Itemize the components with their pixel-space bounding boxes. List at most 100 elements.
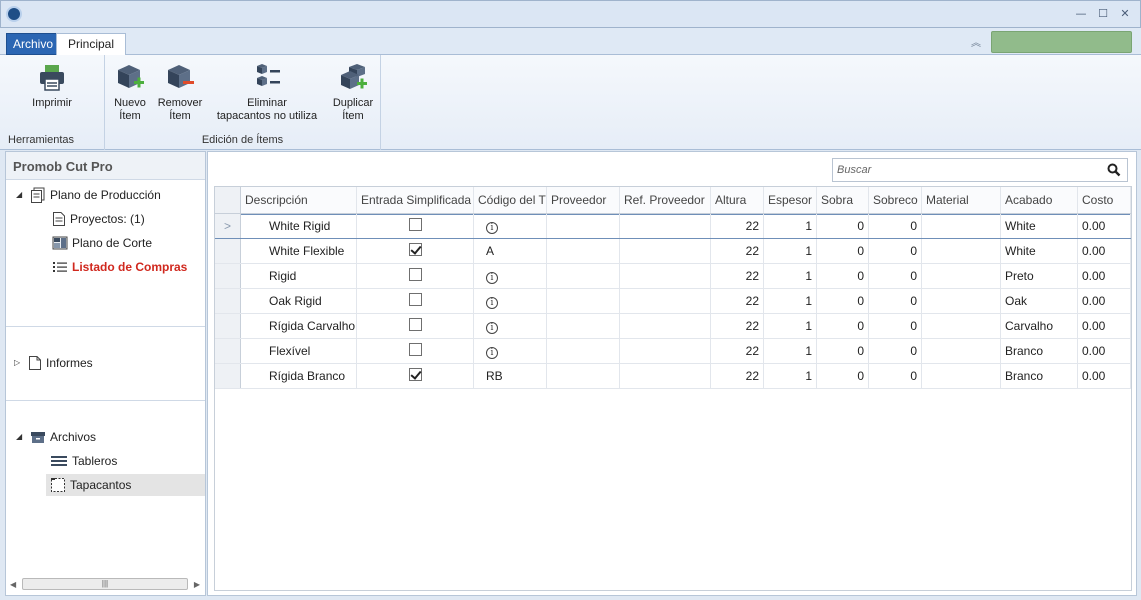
column-header[interactable]: Sobra: [817, 187, 869, 213]
cell-acabado[interactable]: White: [1001, 214, 1078, 238]
column-header[interactable]: Proveedor: [547, 187, 620, 213]
checkbox[interactable]: [408, 218, 422, 232]
cell-codigo[interactable]: i: [474, 289, 547, 313]
cell-desc[interactable]: Rigid: [241, 264, 357, 288]
cell-acabado[interactable]: Branco: [1001, 364, 1078, 388]
tree-item-plano-produccion[interactable]: ◢ Plano de Producción: [16, 184, 161, 206]
cell-altura[interactable]: 22: [711, 314, 764, 338]
cell-espesor[interactable]: 1: [764, 314, 817, 338]
cell-material[interactable]: [922, 339, 1001, 363]
cell-codigo[interactable]: i: [474, 339, 547, 363]
cell-ref[interactable]: [620, 339, 711, 363]
table-row[interactable]: Rigid i 22 1 0 0 Preto 0.00: [215, 264, 1131, 289]
cell-desc[interactable]: Rígida Branco: [241, 364, 357, 388]
row-selector[interactable]: [215, 314, 241, 338]
scroll-left-icon[interactable]: ◀: [10, 580, 16, 589]
expanded-arrow-icon[interactable]: ◢: [16, 185, 26, 205]
row-selector[interactable]: [215, 264, 241, 288]
row-selector[interactable]: [215, 289, 241, 313]
cell-desc[interactable]: Flexível: [241, 339, 357, 363]
collapse-ribbon-icon[interactable]: ︽: [971, 34, 981, 49]
cell-sobreco[interactable]: 0: [869, 214, 922, 238]
cell-proveedor[interactable]: [547, 264, 620, 288]
expanded-arrow-icon[interactable]: ◢: [16, 427, 26, 447]
tab-principal[interactable]: Principal: [56, 33, 126, 56]
cell-sobreco[interactable]: 0: [869, 264, 922, 288]
cell-espesor[interactable]: 1: [764, 214, 817, 238]
cell-acabado[interactable]: Carvalho: [1001, 314, 1078, 338]
cell-entrada-simplificada[interactable]: [357, 289, 474, 313]
scroll-thumb[interactable]: |||: [22, 578, 188, 590]
cell-sobra[interactable]: 0: [817, 339, 869, 363]
cell-altura[interactable]: 22: [711, 289, 764, 313]
table-row[interactable]: Rígida Branco RB 22 1 0 0 Branco 0.00: [215, 364, 1131, 389]
cell-ref[interactable]: [620, 289, 711, 313]
cell-desc[interactable]: White Flexible: [241, 239, 357, 263]
cell-costo[interactable]: 0.00: [1078, 289, 1131, 313]
column-header[interactable]: Material: [922, 187, 1001, 213]
cell-codigo[interactable]: RB: [474, 364, 547, 388]
delete-unused-edgebands-button[interactable]: Eliminar tapacantos no utiliza: [211, 61, 323, 123]
cell-entrada-simplificada[interactable]: [357, 239, 474, 263]
search-input[interactable]: [833, 159, 1093, 181]
maximize-button[interactable]: ☐: [1096, 7, 1110, 21]
cell-material[interactable]: [922, 214, 1001, 238]
cell-acabado[interactable]: Branco: [1001, 339, 1078, 363]
cell-ref[interactable]: [620, 214, 711, 238]
cell-sobra[interactable]: 0: [817, 214, 869, 238]
print-button[interactable]: Imprimir: [20, 61, 84, 110]
cell-ref[interactable]: [620, 314, 711, 338]
table-row[interactable]: > White Rigid i 22 1 0 0 White 0.00: [215, 214, 1131, 239]
cell-costo[interactable]: 0.00: [1078, 239, 1131, 263]
cell-entrada-simplificada[interactable]: [357, 314, 474, 338]
tree-item-informes[interactable]: ▷ Informes: [14, 352, 93, 374]
row-selector[interactable]: >: [215, 214, 241, 238]
cell-altura[interactable]: 22: [711, 214, 764, 238]
cell-material[interactable]: [922, 364, 1001, 388]
column-header[interactable]: Código del T: [474, 187, 547, 213]
table-row[interactable]: Rígida Carvalho i 22 1 0 0 Carvalho 0.00: [215, 314, 1131, 339]
cell-material[interactable]: [922, 314, 1001, 338]
cell-espesor[interactable]: 1: [764, 289, 817, 313]
cell-codigo[interactable]: i: [474, 314, 547, 338]
cell-costo[interactable]: 0.00: [1078, 264, 1131, 288]
cell-sobreco[interactable]: 0: [869, 339, 922, 363]
cell-sobra[interactable]: 0: [817, 314, 869, 338]
checkbox[interactable]: [408, 268, 422, 282]
cell-ref[interactable]: [620, 364, 711, 388]
cell-ref[interactable]: [620, 264, 711, 288]
cell-acabado[interactable]: Preto: [1001, 264, 1078, 288]
info-icon[interactable]: i: [486, 297, 498, 309]
cell-sobreco[interactable]: 0: [869, 364, 922, 388]
checkbox[interactable]: [408, 243, 422, 257]
cell-material[interactable]: [922, 239, 1001, 263]
table-row[interactable]: Flexível i 22 1 0 0 Branco 0.00: [215, 339, 1131, 364]
tree-item-proyectos[interactable]: Proyectos: (1): [52, 208, 145, 230]
table-row[interactable]: White Flexible A 22 1 0 0 White 0.00: [215, 239, 1131, 264]
cell-costo[interactable]: 0.00: [1078, 339, 1131, 363]
info-icon[interactable]: i: [486, 222, 498, 234]
column-header[interactable]: Sobreco: [869, 187, 922, 213]
cell-proveedor[interactable]: [547, 364, 620, 388]
info-icon[interactable]: i: [486, 322, 498, 334]
checkbox[interactable]: [408, 318, 422, 332]
tab-archivo[interactable]: Archivo: [6, 33, 61, 55]
checkbox[interactable]: [408, 293, 422, 307]
info-icon[interactable]: i: [486, 347, 498, 359]
column-header[interactable]: Altura: [711, 187, 764, 213]
cell-desc[interactable]: White Rigid: [241, 214, 357, 238]
cell-desc[interactable]: Rígida Carvalho: [241, 314, 357, 338]
cell-material[interactable]: [922, 289, 1001, 313]
cell-sobra[interactable]: 0: [817, 239, 869, 263]
close-button[interactable]: ✕: [1118, 7, 1132, 21]
column-header[interactable]: Descripción: [241, 187, 357, 213]
cell-proveedor[interactable]: [547, 289, 620, 313]
cell-espesor[interactable]: 1: [764, 264, 817, 288]
cell-proveedor[interactable]: [547, 339, 620, 363]
cell-altura[interactable]: 22: [711, 364, 764, 388]
search-icon[interactable]: [1107, 163, 1121, 177]
info-icon[interactable]: i: [486, 272, 498, 284]
minimize-button[interactable]: —: [1074, 7, 1088, 21]
cell-sobreco[interactable]: 0: [869, 314, 922, 338]
new-item-button[interactable]: Nuevo Ítem: [109, 61, 151, 123]
